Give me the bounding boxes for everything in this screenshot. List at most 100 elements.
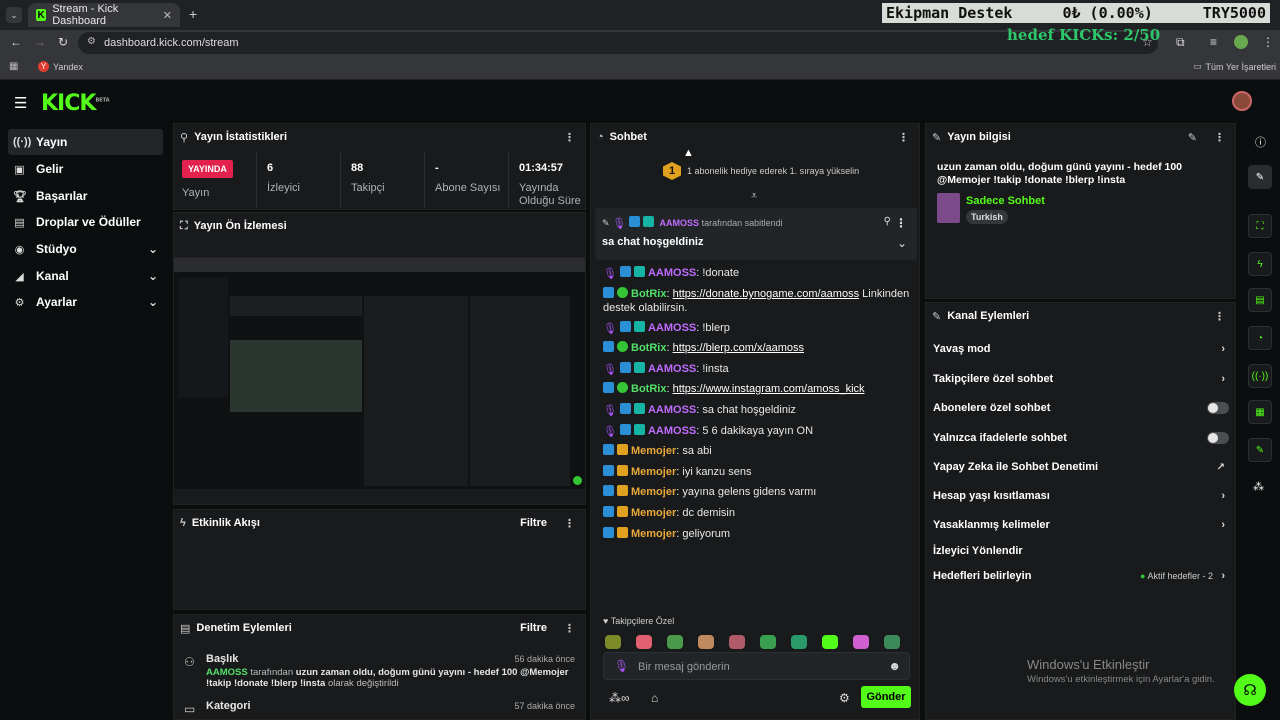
redirect-row[interactable]: İzleyici Yönlendir bbox=[933, 540, 1229, 562]
chat-username[interactable]: AAMOSS bbox=[648, 404, 696, 416]
rail-focus-button[interactable]: ⛶ bbox=[1248, 214, 1272, 238]
chat-settings-icon[interactable]: ⚙ bbox=[839, 691, 850, 705]
apps-grid-icon[interactable]: ▦ bbox=[9, 61, 18, 72]
banned-words-row[interactable]: Yasaklanmış kelimeler › bbox=[933, 514, 1229, 536]
sidebar-item-yayin[interactable]: ((·)) Yayın bbox=[8, 129, 163, 155]
sidebar-item-ayarlar[interactable]: ⚙ Ayarlar ⌄ bbox=[8, 289, 163, 315]
rail-layout-button[interactable]: ▦ bbox=[1248, 400, 1272, 424]
chat-message[interactable]: BotRix: https://blerp.com/x/aamoss bbox=[603, 341, 804, 355]
unpin-icon[interactable]: ⚲ bbox=[884, 216, 891, 227]
collapse-icon[interactable]: ⩡ bbox=[751, 190, 757, 203]
url-field[interactable]: ⚙ dashboard.kick.com/stream bbox=[78, 32, 1158, 54]
age-limit-row[interactable]: Hesap yaşı kısıtlaması › bbox=[933, 485, 1229, 507]
emote-icon[interactable] bbox=[667, 635, 683, 649]
send-button[interactable]: Gönder bbox=[861, 686, 911, 708]
subs-chat-toggle[interactable] bbox=[1207, 402, 1229, 414]
chevron-down-icon[interactable]: ⌄ bbox=[148, 242, 158, 256]
chat-username[interactable]: Memojer bbox=[631, 486, 676, 498]
chat-username[interactable]: AAMOSS bbox=[648, 322, 696, 334]
rail-wrench-button[interactable]: ✎ bbox=[1248, 438, 1272, 462]
chevron-down-icon[interactable]: ⌄ bbox=[148, 295, 158, 309]
store-icon[interactable]: ⌂ bbox=[651, 691, 658, 705]
followers-chat-row[interactable]: Takipçilere özel sohbet › bbox=[933, 368, 1229, 390]
chevron-down-icon[interactable]: ⌄ bbox=[148, 269, 158, 283]
sidebar-item-basarilar[interactable]: 🏆︎ Başarılar bbox=[8, 183, 163, 209]
chat-message[interactable]: 🎙︎ AAMOSS: 5 6 dakikaya yayın ON bbox=[603, 424, 813, 438]
chat-username[interactable]: Memojer bbox=[631, 466, 676, 478]
emote-icon[interactable] bbox=[853, 635, 869, 649]
ai-mod-row[interactable]: Yapay Zeka ile Sohbet Denetimi ↗ bbox=[933, 456, 1229, 478]
chat-message[interactable]: BotRix: https://donate.bynogame.com/aamo… bbox=[603, 287, 913, 315]
media-icon[interactable]: ≡ bbox=[1210, 35, 1217, 49]
chat-message[interactable]: Memojer: iyi kanzu sens bbox=[603, 465, 751, 479]
forward-icon[interactable]: → bbox=[34, 35, 46, 49]
kicks-icon[interactable]: ⁂∞ bbox=[609, 691, 630, 705]
chat-link[interactable]: https://www.instagram.com/amoss_kick bbox=[673, 383, 865, 395]
chat-link[interactable]: https://blerp.com/x/aamoss bbox=[673, 342, 804, 354]
filter-button[interactable]: Filtre bbox=[520, 517, 547, 529]
rail-clipboard-button[interactable]: ▤ bbox=[1248, 288, 1272, 312]
info-icon[interactable]: ⓘ bbox=[1255, 134, 1266, 150]
chat-message[interactable]: BotRix: https://www.instagram.com/amoss_… bbox=[603, 382, 865, 396]
sub-goal-banner[interactable]: 1 1 abonelik hediye ederek 1. sıraya yük… bbox=[663, 162, 859, 180]
category-link[interactable]: Sadece Sohbet bbox=[966, 195, 1045, 207]
more-options-icon[interactable]: ⋮ bbox=[1214, 310, 1225, 323]
mic-icon[interactable]: 🎙︎ bbox=[614, 659, 629, 673]
more-options-icon[interactable]: ⋮ bbox=[564, 622, 575, 635]
chat-message[interactable]: 🎙︎ AAMOSS: !donate bbox=[603, 266, 739, 280]
chat-username[interactable]: Memojer bbox=[631, 445, 676, 457]
chat-username[interactable]: BotRix bbox=[631, 288, 666, 300]
emote-icon[interactable] bbox=[636, 635, 652, 649]
rail-broadcast-button[interactable]: ((·)) bbox=[1248, 364, 1272, 388]
tab-search-icon[interactable]: ⌄ bbox=[6, 7, 22, 23]
pinned-message[interactable]: ✎ 🎙︎ AAMOSS tarafından sabitlendi ⚲ ⋮ sa… bbox=[595, 208, 917, 260]
chat-username[interactable]: Memojer bbox=[631, 507, 676, 519]
chat-message[interactable]: 🎙︎ AAMOSS: !blerp bbox=[603, 321, 730, 335]
chat-link[interactable]: https://donate.bynogame.com/aamoss bbox=[673, 288, 860, 300]
extensions-icon[interactable]: ⧉ bbox=[1176, 35, 1185, 50]
filter-button[interactable]: Filtre bbox=[520, 622, 547, 634]
site-info-icon[interactable]: ⚙ bbox=[87, 36, 96, 47]
sidebar-item-droplar[interactable]: ▤ Droplar ve Ödüller bbox=[8, 209, 163, 235]
chat-message[interactable]: Memojer: yayına gelens gidens varmı bbox=[603, 485, 816, 499]
browser-menu-icon[interactable]: ⋮ bbox=[1262, 35, 1274, 49]
sidebar-item-studyo[interactable]: ◉ Stüdyo ⌄ bbox=[8, 236, 163, 262]
chat-message[interactable]: 🎙︎ AAMOSS: !insta bbox=[603, 362, 729, 376]
support-chat-button[interactable]: ☊ bbox=[1234, 674, 1266, 706]
chat-username[interactable]: AAMOSS bbox=[648, 425, 696, 437]
more-options-icon[interactable]: ⋮ bbox=[1214, 131, 1225, 144]
goals-row[interactable]: Hedefleri belirleyin ● Aktif hedefler - … bbox=[933, 565, 1229, 587]
sidebar-item-kanal[interactable]: ◢ Kanal ⌄ bbox=[8, 263, 163, 289]
chat-username[interactable]: AAMOSS bbox=[648, 267, 696, 279]
chat-username[interactable]: BotRix bbox=[631, 342, 666, 354]
more-options-icon[interactable]: ⋮ bbox=[898, 131, 909, 144]
chat-message[interactable]: Memojer: dc demisin bbox=[603, 506, 735, 520]
edit-icon[interactable]: ✎ bbox=[1188, 131, 1197, 144]
avatar[interactable] bbox=[1232, 91, 1252, 111]
emote-icon[interactable] bbox=[605, 635, 621, 649]
emote-icon[interactable] bbox=[760, 635, 776, 649]
emote-icon[interactable] bbox=[729, 635, 745, 649]
chat-message[interactable]: Memojer: sa abi bbox=[603, 444, 712, 458]
bookmark-yandex[interactable]: Y Yandex bbox=[38, 61, 83, 72]
hamburger-menu-icon[interactable]: ☰ bbox=[14, 94, 27, 112]
rail-kicks-icon[interactable]: ⁂ bbox=[1253, 480, 1264, 493]
rail-edit-button[interactable]: ✎ bbox=[1248, 165, 1272, 189]
chat-username[interactable]: Memojer bbox=[631, 528, 676, 540]
browser-tab[interactable]: K Stream - Kick Dashboard ✕ bbox=[28, 3, 180, 27]
emoji-icon[interactable]: ☻ bbox=[888, 659, 901, 673]
rail-lightning-button[interactable]: ϟ bbox=[1248, 252, 1272, 276]
kick-logo[interactable]: KICKBETA bbox=[41, 91, 110, 116]
back-icon[interactable]: ← bbox=[10, 35, 22, 49]
new-tab-icon[interactable]: + bbox=[189, 6, 197, 22]
profile-icon[interactable] bbox=[1234, 35, 1248, 49]
emote-icon[interactable] bbox=[822, 635, 838, 649]
emote-icon[interactable] bbox=[884, 635, 900, 649]
emote-icon[interactable] bbox=[698, 635, 714, 649]
chevron-down-icon[interactable]: ⌄ bbox=[897, 236, 907, 250]
stream-preview-video[interactable] bbox=[174, 257, 585, 489]
reload-icon[interactable]: ↻ bbox=[58, 35, 68, 49]
chat-message[interactable]: 🎙︎ AAMOSS: sa chat hoşgeldiniz bbox=[603, 403, 796, 417]
all-bookmarks[interactable]: ▭ Tüm Yer İşaretleri bbox=[1193, 61, 1276, 72]
sidebar-item-gelir[interactable]: ▣ Gelir bbox=[8, 156, 163, 182]
